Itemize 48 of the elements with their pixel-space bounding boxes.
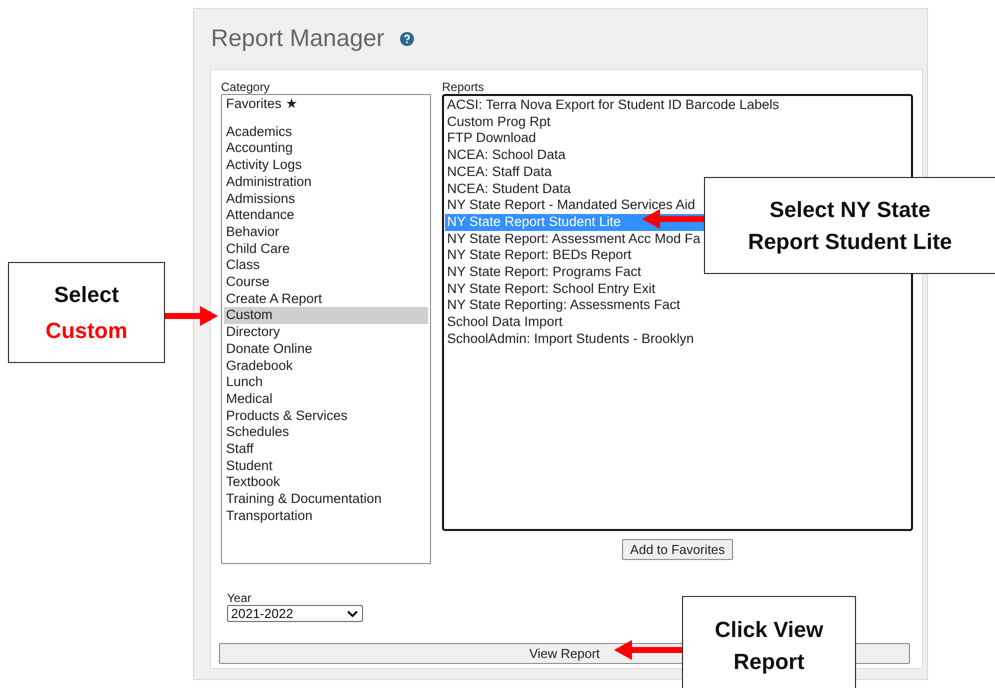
category-item[interactable]: Create A Report (224, 290, 428, 308)
category-item[interactable]: Directory (224, 324, 428, 341)
field-label: Reports (442, 80, 486, 94)
report-item[interactable]: ACSI: Terra Nova Export for Student ID Barcode Labels (445, 97, 910, 114)
page-title: Report Manager (211, 25, 384, 53)
category-item[interactable]: Textbook (224, 474, 428, 492)
category-item[interactable]: Medical (224, 390, 428, 408)
category-item[interactable]: Attendance (224, 207, 428, 224)
category-item[interactable]: Custom (224, 307, 428, 324)
category-item[interactable]: Gradebook (224, 358, 428, 374)
callout-text: Custom (46, 316, 128, 344)
callout-text: Select (54, 280, 119, 308)
category-item[interactable]: Class (224, 257, 428, 274)
report-item[interactable]: NCEA: Staff Data (445, 164, 910, 181)
category-item[interactable]: Activity Logs (224, 157, 428, 174)
report-item[interactable]: SchoolAdmin: Import Students - Brooklyn (445, 330, 910, 348)
chevron-down-icon (347, 610, 358, 618)
category-item[interactable]: Academics (224, 124, 428, 140)
arrow (164, 306, 218, 326)
report-item[interactable]: School Data Import (445, 314, 910, 331)
add-to-favorites-button[interactable]: Add to Favorites (622, 539, 733, 560)
category-item[interactable]: Staff (224, 441, 428, 458)
year-select[interactable]: 2021-2022 (227, 605, 363, 622)
category-item[interactable]: Accounting (224, 140, 428, 158)
arrow (642, 209, 706, 229)
help-icon[interactable] (400, 32, 414, 46)
report-item[interactable]: FTP Download (445, 130, 910, 148)
category-list[interactable] (221, 94, 431, 564)
report-item[interactable]: Custom Prog Rpt (445, 114, 910, 130)
category-item[interactable]: Admissions (224, 190, 428, 208)
field-label: Category (221, 80, 271, 94)
category-item[interactable]: Behavior (224, 224, 428, 241)
category-item[interactable]: Student (224, 458, 428, 474)
arrow (614, 640, 684, 660)
report-item[interactable]: NCEA: School Data (445, 147, 910, 164)
category-item[interactable]: Transportation (224, 508, 428, 525)
category-item[interactable]: Course (224, 274, 428, 291)
category-item[interactable]: Donate Online (224, 340, 428, 358)
category-item[interactable]: Administration (224, 174, 428, 191)
report-item[interactable]: NY State Report: School Entry Exit (445, 280, 910, 298)
field-label: Year (227, 591, 252, 605)
category-item[interactable]: Products & Services (224, 408, 428, 424)
category-item[interactable]: Training & Documentation (224, 491, 428, 508)
category-item[interactable]: Child Care (224, 240, 428, 258)
report-item[interactable]: NY State Reporting: Assessments Fact (445, 297, 910, 314)
category-item[interactable]: Lunch (224, 374, 428, 391)
category-item[interactable]: Favorites ★ (224, 96, 428, 113)
category-item[interactable]: Schedules (224, 424, 428, 442)
